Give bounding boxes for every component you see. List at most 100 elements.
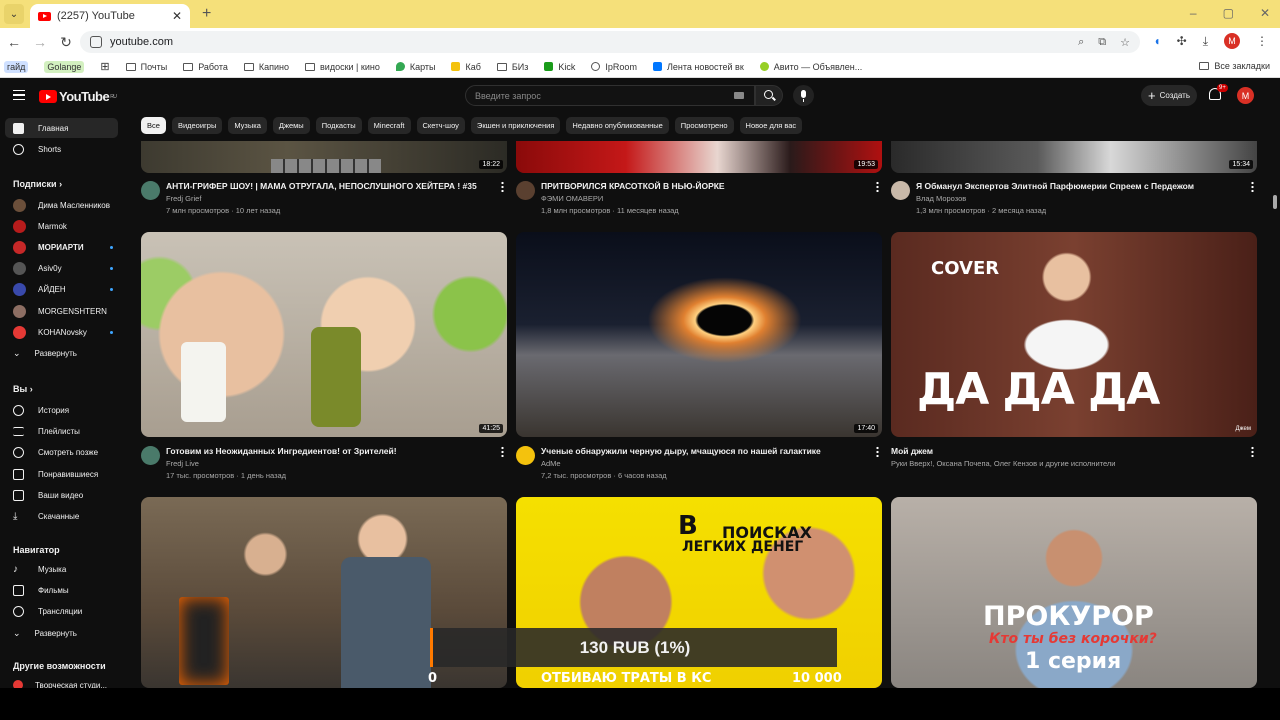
bookmark-item[interactable]: Kick	[544, 62, 575, 72]
bookmark-item[interactable]: гайд	[4, 60, 29, 73]
apps-grid-icon[interactable]: ⊞	[100, 60, 109, 73]
more-options-icon[interactable]	[1251, 446, 1254, 457]
channel-name[interactable]: AdMe	[541, 459, 561, 468]
video-thumbnail[interactable]: 19:53	[516, 141, 882, 173]
new-tab-button[interactable]: +	[202, 5, 211, 23]
chip[interactable]: Видеоигры	[171, 117, 223, 134]
site-info-icon[interactable]	[90, 36, 102, 48]
video-title[interactable]: АНТИ-ГРИФЕР ШОУ! | МАМА ОТРУГАЛА, НЕПОСЛ…	[166, 181, 477, 191]
more-options-icon[interactable]	[501, 181, 504, 192]
chip[interactable]: Экшен и приключения	[470, 117, 561, 134]
video-thumbnail[interactable]: COVER ДА ДА ДА Джем	[891, 232, 1257, 437]
channel-avatar[interactable]	[516, 181, 535, 200]
subscription-item[interactable]: АЙДЕН	[5, 279, 118, 299]
reload-icon[interactable]: ↻	[54, 34, 78, 51]
channel-name[interactable]: Fredj Grief	[166, 194, 201, 203]
subscription-item[interactable]: МОРИАРТИ	[5, 237, 118, 257]
channel-name[interactable]: ФЭМИ ОМАВЕРИ	[541, 194, 603, 203]
scrollbar-thumb[interactable]	[1273, 195, 1277, 209]
sidebar-item-history[interactable]: История	[5, 400, 118, 420]
sidebar-item-home[interactable]: Главная	[5, 118, 118, 138]
chip[interactable]: Недавно опубликованные	[566, 117, 669, 134]
minimize-icon[interactable]: –	[1190, 6, 1197, 20]
bookmark-folder[interactable]: БИз	[496, 62, 528, 72]
extension-icon[interactable]: ◖	[1153, 34, 1160, 48]
more-options-icon[interactable]	[876, 181, 879, 192]
channel-name[interactable]: Влад Морозов	[916, 194, 966, 203]
chip[interactable]: Просмотрено	[674, 117, 734, 134]
video-thumbnail[interactable]: 18:22	[141, 141, 507, 173]
bookmark-folder[interactable]: Капино	[243, 62, 289, 72]
subscription-item[interactable]: MORGENSHTERN	[5, 301, 118, 321]
video-thumbnail[interactable]: ПРОКУРОР Кто ты без корочки? 1 серия	[891, 497, 1257, 688]
bookmark-folder[interactable]: Работа	[183, 62, 228, 72]
search-input[interactable]: Введите запрос	[465, 85, 755, 106]
browser-tab[interactable]: (2257) YouTube ✕	[30, 4, 190, 28]
bookmark-item[interactable]: Golange	[44, 60, 85, 73]
chip[interactable]: Подкасты	[315, 117, 362, 134]
bookmark-folder[interactable]: Почты	[125, 62, 167, 72]
chip[interactable]: Скетч-шоу	[416, 117, 465, 134]
bookmark-item[interactable]: Авито — Объявлен...	[759, 62, 862, 72]
zoom-icon[interactable]: ⌕	[1078, 36, 1084, 49]
profile-avatar[interactable]: M	[1224, 33, 1240, 49]
more-options-icon[interactable]	[501, 446, 504, 457]
chip-all[interactable]: Все	[141, 117, 166, 134]
sidebar-item-music[interactable]: ♪ Музыка	[5, 559, 118, 579]
sidebar-expand-nav[interactable]: ⌄ Развернуть	[5, 623, 118, 643]
channel-avatar[interactable]	[141, 446, 160, 465]
bookmark-folder[interactable]: видоски | кино	[305, 62, 380, 72]
tab-search-button[interactable]: ⌄	[4, 4, 24, 24]
address-bar[interactable]: youtube.com ⌕ ⧉ ☆	[80, 31, 1140, 53]
install-icon[interactable]: ⧉	[1098, 36, 1106, 49]
account-avatar[interactable]: M	[1237, 87, 1254, 104]
browser-menu-icon[interactable]: ⋮	[1256, 34, 1268, 48]
sidebar-item-live[interactable]: Трансляции	[5, 601, 118, 621]
subscription-item[interactable]: Marmok	[5, 216, 118, 236]
subscription-item[interactable]: KOHANovsky	[5, 322, 118, 342]
create-button[interactable]: + Создать	[1141, 85, 1197, 106]
voice-search-icon[interactable]	[793, 85, 814, 106]
video-thumbnail[interactable]: 17:40	[516, 232, 882, 437]
playlist-title[interactable]: Мой джем	[891, 446, 933, 456]
video-thumbnail[interactable]: 41:25	[141, 232, 507, 437]
maximize-icon[interactable]: ▢	[1223, 6, 1234, 20]
video-thumbnail[interactable]: 15:34	[891, 141, 1257, 173]
chip[interactable]: Музыка	[228, 117, 267, 134]
video-title[interactable]: Ученые обнаружили черную дыру, мчащуюся …	[541, 446, 821, 456]
all-bookmarks[interactable]: Все закладки	[1199, 61, 1270, 71]
chip[interactable]: Джемы	[272, 117, 310, 134]
bookmark-item[interactable]: Лента новостей вк	[652, 62, 744, 72]
forward-icon[interactable]: →	[28, 34, 52, 50]
chip[interactable]: Новое для вас	[739, 117, 803, 134]
sidebar-item-your-videos[interactable]: Ваши видео	[5, 485, 118, 505]
bookmark-star-icon[interactable]: ☆	[1120, 36, 1130, 49]
sidebar-expand-subs[interactable]: ⌄ Развернуть	[5, 343, 118, 363]
bookmark-item[interactable]: Каб	[451, 62, 481, 72]
download-icon[interactable]: ⤓	[1203, 34, 1208, 49]
youtube-logo[interactable]: YouTube RU	[39, 89, 117, 104]
back-icon[interactable]: ←	[2, 34, 26, 50]
video-title[interactable]: ПРИТВОРИЛСЯ КРАСОТКОЙ В НЬЮ-ЙОРКЕ	[541, 181, 725, 191]
close-tab-icon[interactable]: ✕	[172, 9, 182, 23]
more-options-icon[interactable]	[1251, 181, 1254, 192]
sidebar-item-shorts[interactable]: Shorts	[5, 139, 118, 159]
close-window-icon[interactable]: ✕	[1260, 6, 1270, 20]
subscription-item[interactable]: Asiv0y	[5, 258, 118, 278]
sidebar-item-downloads[interactable]: ⤓ Скачанные	[5, 506, 118, 526]
video-title[interactable]: Готовим из Неожиданных Ингредиентов! от …	[166, 446, 397, 456]
more-options-icon[interactable]	[876, 446, 879, 457]
menu-icon[interactable]	[13, 90, 25, 100]
sidebar-item-playlists[interactable]: Плейлисты	[5, 421, 118, 441]
sidebar-item-watch-later[interactable]: Смотреть позже	[5, 442, 118, 462]
video-title[interactable]: Я Обманул Экспертов Элитной Парфюмерии С…	[916, 181, 1194, 191]
search-button[interactable]	[755, 85, 783, 106]
you-header[interactable]: Вы ›	[13, 384, 33, 394]
bookmark-item[interactable]: IpRoom	[591, 62, 637, 72]
subscriptions-header[interactable]: Подписки ›	[13, 179, 62, 189]
channel-avatar[interactable]	[891, 181, 910, 200]
sidebar-item-liked[interactable]: Понравившиеся	[5, 464, 118, 484]
subscription-item[interactable]: Дима Масленников	[5, 195, 118, 215]
keyboard-icon[interactable]	[734, 92, 744, 99]
sidebar-item-movies[interactable]: Фильмы	[5, 580, 118, 600]
